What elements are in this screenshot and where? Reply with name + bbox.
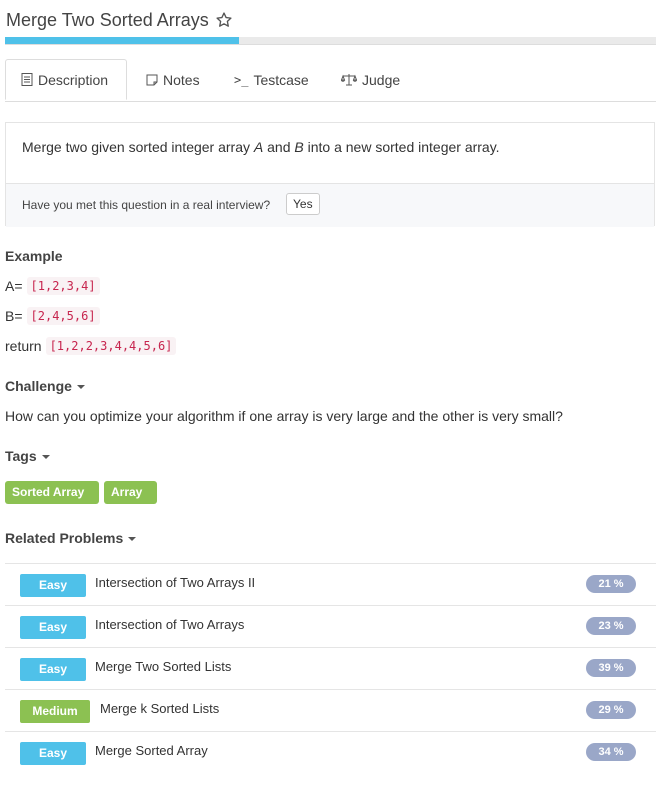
acceptance-rate-badge: 21 % [586,575,636,593]
list-item[interactable]: Easy Intersection of Two Arrays 23 % [5,605,656,647]
example-b-label: B= [5,308,23,324]
example-return: return [1,2,2,3,4,4,5,6] [5,337,177,355]
difficulty-badge: Medium [20,700,90,723]
difficulty-badge: Easy [20,574,86,597]
difficulty-badge: Easy [20,658,86,681]
interview-bar: Have you met this question in a real int… [6,183,654,227]
tab-description[interactable]: Description [5,59,127,100]
statement-text: Merge two given sorted integer array [22,139,254,155]
example-a-label: A= [5,278,23,294]
tab-testcase[interactable]: >_ Testcase [234,59,309,100]
list-item[interactable]: Easy Merge Sorted Array 34 % [5,731,656,773]
problem-link[interactable]: Merge Sorted Array [95,743,208,758]
example-b: B= [2,4,5,6] [5,307,100,325]
example-a: A= [1,2,3,4] [5,277,100,295]
var-b: B [294,139,304,155]
caret-down-icon [76,385,85,390]
progress-bar [5,37,656,45]
caret-down-icon [41,455,50,460]
example-return-label: return [5,338,42,354]
balance-scale-icon [341,74,357,86]
yes-button[interactable]: Yes [286,193,320,215]
document-icon [21,73,33,86]
tab-notes[interactable]: Notes [146,59,200,100]
note-icon [146,74,158,85]
progress-fill [5,37,240,44]
problem-link[interactable]: Intersection of Two Arrays II [95,575,255,590]
example-a-value: [1,2,3,4] [26,277,100,295]
description-panel: Merge two given sorted integer array A a… [5,122,655,227]
problem-link[interactable]: Intersection of Two Arrays [95,617,244,632]
tag-sorted-array[interactable]: Sorted Array [5,481,99,504]
example-heading: Example [5,248,63,264]
tab-label: Judge [362,71,401,88]
difficulty-badge: Easy [20,616,86,639]
acceptance-rate-badge: 29 % [586,701,636,719]
tags-heading: Tags [5,448,37,464]
page-title: Merge Two Sorted Arrays [6,9,209,30]
star-icon[interactable] [215,11,233,29]
challenge-toggle[interactable]: Challenge [5,378,85,394]
example-b-value: [2,4,5,6] [26,307,100,325]
caret-down-icon [128,537,137,542]
list-item[interactable]: Easy Merge Two Sorted Lists 39 % [5,647,656,689]
statement-text: into a new sorted integer array. [303,139,500,155]
tab-label: Notes [163,71,200,88]
list-item[interactable]: Medium Merge k Sorted Lists 29 % [5,689,656,731]
challenge-heading: Challenge [5,378,72,394]
interview-question: Have you met this question in a real int… [22,198,271,212]
acceptance-rate-badge: 34 % [586,743,636,761]
tab-judge[interactable]: Judge [341,59,400,100]
list-item[interactable]: Easy Intersection of Two Arrays II 21 % [5,563,656,605]
tags-toggle[interactable]: Tags [5,448,50,464]
terminal-icon: >_ [234,72,249,87]
related-problems-list: Easy Intersection of Two Arrays II 21 % … [5,563,656,773]
problem-statement: Merge two given sorted integer array A a… [22,139,500,155]
difficulty-badge: Easy [20,742,86,765]
problem-link[interactable]: Merge Two Sorted Lists [95,659,231,674]
tab-label: Testcase [253,71,309,88]
acceptance-rate-badge: 39 % [586,659,636,677]
tab-label: Description [38,71,109,88]
var-a: A [253,139,264,155]
title-row: Merge Two Sorted Arrays [6,6,233,34]
problem-link[interactable]: Merge k Sorted Lists [100,701,219,716]
tab-bar: Description Notes >_ Testcase Judge [5,59,656,102]
related-heading: Related Problems [5,530,124,546]
related-toggle[interactable]: Related Problems [5,530,137,546]
acceptance-rate-badge: 23 % [586,617,636,635]
example-return-value: [1,2,2,3,4,4,5,6] [45,337,177,355]
tag-array[interactable]: Array [104,481,157,504]
statement-text: and [263,139,295,155]
challenge-text: How can you optimize your algorithm if o… [5,408,563,424]
